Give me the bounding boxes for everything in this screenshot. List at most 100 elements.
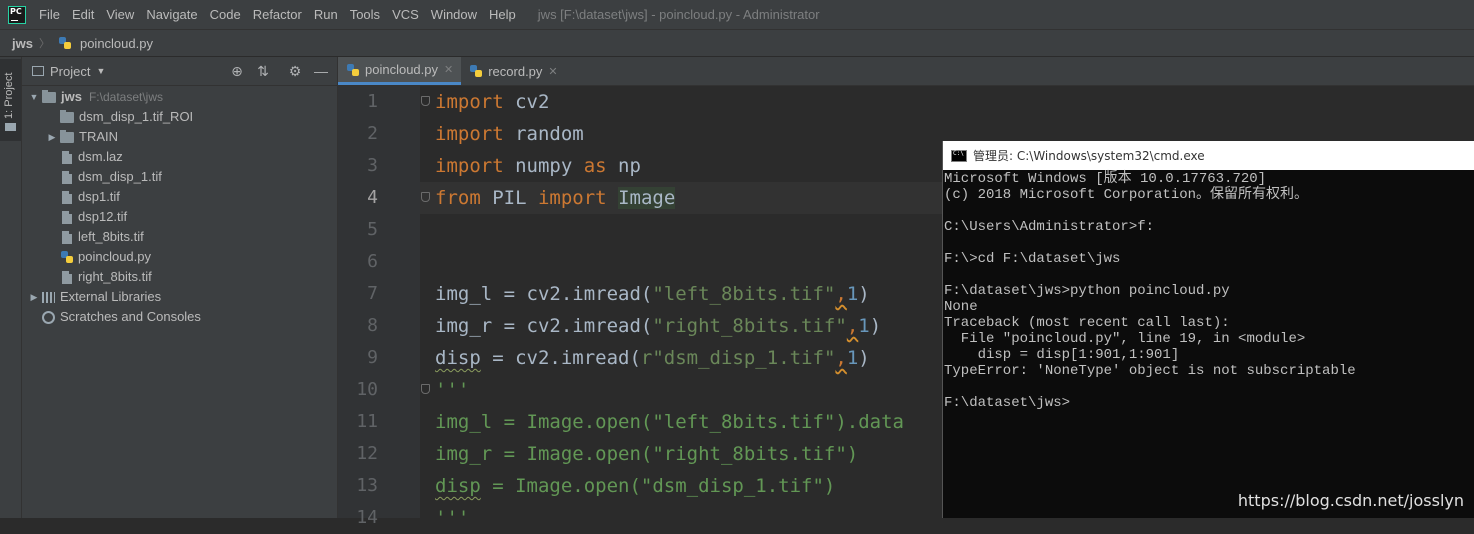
tree-item[interactable]: Scratches and Consoles: [22, 307, 201, 327]
fold-marker-icon[interactable]: [421, 384, 430, 394]
menu-vcs[interactable]: VCS: [386, 0, 425, 29]
code-token: ,: [846, 315, 859, 337]
chevron-right-icon[interactable]: ▶: [28, 287, 40, 307]
code-token: "right_8bits.tif": [652, 315, 847, 337]
code-line[interactable]: from PIL import Image: [420, 182, 942, 214]
menu-window[interactable]: Window: [425, 0, 483, 29]
code-line[interactable]: ''': [420, 374, 942, 406]
locate-file-icon[interactable]: ⊕: [227, 63, 247, 80]
tree-item-label: dsm_disp_1.tif_ROI: [79, 109, 194, 124]
code-line[interactable]: disp = cv2.imread(r"dsm_disp_1.tif",1): [420, 342, 942, 374]
chevron-down-icon[interactable]: ▼: [96, 66, 105, 76]
cmd-titlebar[interactable]: 管理员: C:\Windows\system32\cmd.exe: [943, 141, 1474, 170]
menu-code[interactable]: Code: [204, 0, 247, 29]
breadcrumb-root[interactable]: jws: [12, 36, 33, 51]
tree-item[interactable]: dsp1.tif: [22, 187, 120, 207]
collapse-all-icon[interactable]: ⇅: [253, 63, 273, 80]
code-line[interactable]: import cv2: [420, 86, 942, 118]
tree-item[interactable]: ▼ jws F:\dataset\jws: [22, 87, 163, 107]
menu-help[interactable]: Help: [483, 0, 522, 29]
code-token: numpy: [503, 155, 584, 177]
menu-navigate[interactable]: Navigate: [140, 0, 203, 29]
code-line-text: img_r = cv2.imread("right_8bits.tif",1): [435, 310, 881, 342]
folder-icon: [60, 129, 74, 143]
code-token: img_r = cv2.imread(: [435, 315, 653, 337]
tree-item-label: right_8bits.tif: [78, 269, 152, 284]
gear-icon[interactable]: ⚙: [285, 63, 305, 80]
menu-refactor[interactable]: Refactor: [247, 0, 308, 29]
console-line: TypeError: 'NoneType' object is not subs…: [944, 363, 1356, 379]
cmd-window[interactable]: 管理员: C:\Windows\system32\cmd.exe Microso…: [942, 141, 1474, 518]
code-line-text: import cv2: [435, 86, 549, 118]
project-panel: Project ▼ ⊕ ⇅ ⚙ — ▼ jws F:\dataset\jws dsm_…: [22, 57, 338, 518]
chevron-down-icon[interactable]: ▼: [28, 87, 40, 107]
file-icon: [62, 230, 72, 244]
line-number: 7: [367, 283, 378, 304]
tree-item[interactable]: dsm.laz: [22, 147, 123, 167]
code-line[interactable]: img_r = Image.open("right_8bits.tif"): [420, 438, 942, 470]
editor-tabs: poincloud.py ✕ record.py ✕: [338, 57, 1474, 86]
python-file-icon: [347, 63, 359, 76]
code-line[interactable]: import numpy as np: [420, 150, 942, 182]
fold-marker-icon[interactable]: [421, 96, 430, 106]
code-line-text: disp = cv2.imread(r"dsm_disp_1.tif",1): [435, 342, 870, 374]
code-line[interactable]: ''': [420, 502, 942, 518]
tree-item-label: dsm_disp_1.tif: [78, 169, 162, 184]
menu-run[interactable]: Run: [308, 0, 344, 29]
code-editor[interactable]: import cv2 import random import numpy as n…: [420, 86, 942, 518]
fold-marker-icon[interactable]: [421, 192, 430, 202]
project-tool-tab[interactable]: 1: Project: [0, 59, 21, 141]
code-line-text: img_l = cv2.imread("left_8bits.tif",1): [435, 278, 870, 310]
code-line[interactable]: img_l = cv2.imread("left_8bits.tif",1): [420, 278, 942, 310]
code-token: r"dsm_disp_1.tif": [640, 347, 836, 369]
code-line[interactable]: img_r = cv2.imread("right_8bits.tif",1): [420, 310, 942, 342]
code-token: 1: [858, 315, 870, 337]
breadcrumb-file[interactable]: poincloud.py: [80, 36, 153, 51]
code-token: = cv2.imread(: [480, 347, 641, 369]
console-line: C:\Users\Administrator>f:: [944, 219, 1155, 235]
library-icon: [42, 291, 55, 303]
tree-item-path: F:\dataset\jws: [88, 90, 163, 104]
menu-view[interactable]: View: [100, 0, 140, 29]
tree-item[interactable]: dsm_disp_1.tif: [22, 167, 162, 187]
line-number: 12: [356, 443, 378, 464]
cmd-icon: [951, 149, 967, 162]
code-line-text: import random: [435, 118, 584, 150]
code-line[interactable]: [420, 246, 942, 278]
tree-item[interactable]: dsp12.tif: [22, 207, 127, 227]
menu-tools[interactable]: Tools: [344, 0, 386, 29]
tab-record-py[interactable]: record.py ✕: [461, 57, 565, 85]
close-icon[interactable]: ✕: [444, 63, 453, 76]
line-number: 13: [356, 475, 378, 496]
tree-item[interactable]: left_8bits.tif: [22, 227, 144, 247]
code-token: import: [435, 123, 504, 145]
code-line[interactable]: disp = Image.open("dsm_disp_1.tif"): [420, 470, 942, 502]
code-line[interactable]: [420, 214, 942, 246]
console-line: disp = disp[1:901,1:901]: [944, 347, 1180, 363]
console-line: (c) 2018 Microsoft Corporation。保留所有权利。: [944, 187, 1309, 203]
menu-edit[interactable]: Edit: [66, 0, 100, 29]
tree-item[interactable]: right_8bits.tif: [22, 267, 152, 287]
code-line[interactable]: import random: [420, 118, 942, 150]
python-file-icon: [58, 37, 71, 49]
cmd-window-title: 管理员: C:\Windows\system32\cmd.exe: [973, 149, 1205, 163]
line-number: 2: [367, 123, 378, 144]
chevron-right-icon[interactable]: ▶: [46, 127, 58, 147]
tree-item-label: External Libraries: [60, 289, 162, 304]
tree-item[interactable]: poincloud.py: [22, 247, 151, 267]
code-token: ): [869, 315, 882, 337]
tree-item[interactable]: ▶ External Libraries: [22, 287, 162, 307]
code-line[interactable]: img_l = Image.open("left_8bits.tif").dat…: [420, 406, 942, 438]
menu-file[interactable]: File: [33, 0, 66, 29]
code-token: disp: [435, 475, 481, 497]
breadcrumb-separator-icon: 〉: [38, 38, 50, 50]
code-token: = Image.open("dsm_disp_1.tif"): [480, 475, 836, 497]
hide-panel-icon[interactable]: —: [311, 63, 331, 79]
tree-item[interactable]: dsm_disp_1.tif_ROI: [22, 107, 193, 127]
project-view-selector[interactable]: Project: [50, 64, 90, 79]
close-icon[interactable]: ✕: [548, 65, 557, 78]
tab-poincloud-py[interactable]: poincloud.py ✕: [338, 57, 462, 85]
file-icon: [62, 190, 72, 204]
tree-item[interactable]: ▶ TRAIN: [22, 127, 118, 147]
code-line-text: img_r = Image.open("right_8bits.tif"): [435, 438, 858, 470]
